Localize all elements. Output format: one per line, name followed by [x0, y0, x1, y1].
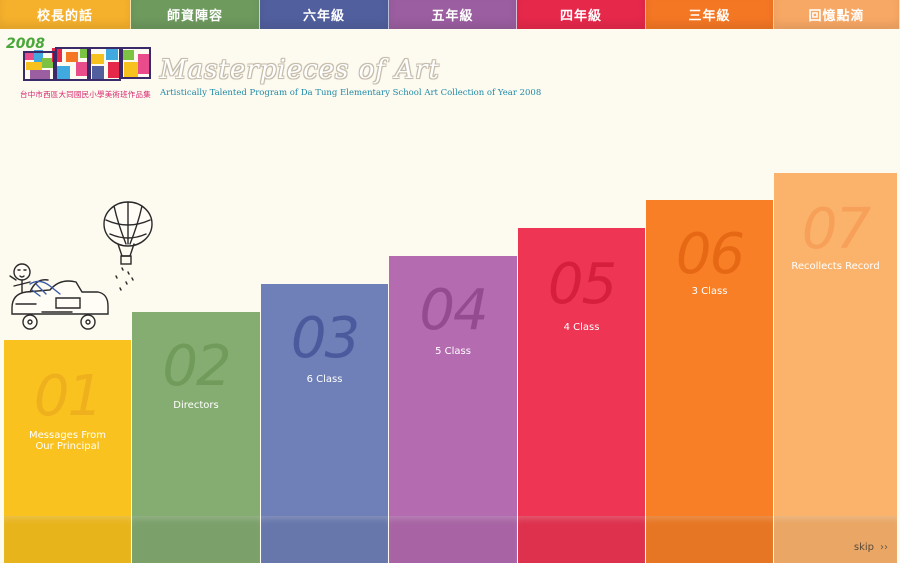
logo-caption: 台中市西區大同國民小學美術班作品集 — [20, 90, 151, 99]
double-chevron-right-icon: ›› — [880, 542, 888, 553]
nav-tab-3[interactable]: 六年級 — [260, 0, 389, 29]
column-label: 5 Class — [435, 346, 471, 357]
section-column-05[interactable]: 05 4 Class — [518, 228, 645, 563]
skip-label: skip — [853, 542, 874, 553]
section-column-01[interactable]: 01 Messages From Our Principal — [4, 340, 131, 563]
nav-tab-2[interactable]: 師資陣容 — [131, 0, 260, 29]
column-number: 04 — [419, 278, 488, 343]
nav-tab-1[interactable]: 校長的話 — [0, 0, 131, 29]
section-column-06[interactable]: 06 3 Class — [646, 200, 773, 563]
column-label: Directors — [173, 400, 219, 411]
page: 校長的話 師資陣容 六年級 五年級 四年級 三年級 回憶點滴 2008 台中市西… — [0, 0, 900, 563]
nav-tab-7[interactable]: 回憶點滴 — [774, 0, 900, 29]
column-base-band — [132, 516, 260, 563]
column-number: 05 — [547, 252, 617, 317]
site-logo[interactable]: 2008 台中市西區大同國民小學美術班作品集 Masterpieces of A… — [0, 30, 560, 110]
column-number: 07 — [801, 197, 871, 262]
column-base-band — [518, 516, 645, 563]
site-subtitle: Artistically Talented Program of Da Tung… — [160, 88, 542, 98]
column-label: 6 Class — [306, 374, 343, 385]
section-column-07[interactable]: 07 Recollects Record — [774, 173, 897, 563]
column-base-band — [4, 516, 131, 563]
section-column-03[interactable]: 03 6 Class — [261, 284, 388, 563]
top-navigation: 校長的話 師資陣容 六年級 五年級 四年級 三年級 回憶點滴 — [0, 0, 900, 29]
logo-artwork — [23, 47, 151, 81]
column-number: 03 — [290, 306, 360, 371]
skip-button[interactable]: skip ›› — [854, 542, 888, 553]
nav-tab-6[interactable]: 三年級 — [646, 0, 774, 29]
section-column-04[interactable]: 04 5 Class — [389, 256, 517, 563]
section-column-02[interactable]: 02 Directors — [132, 312, 260, 563]
column-base-band — [774, 516, 897, 563]
column-label: 4 Class — [563, 322, 600, 333]
site-title: Masterpieces of Art — [160, 55, 440, 85]
nav-tab-5[interactable]: 四年級 — [517, 0, 646, 29]
column-label: Recollects Record — [791, 261, 880, 272]
column-number: 06 — [675, 222, 745, 287]
column-number: 02 — [162, 334, 231, 399]
column-label: Messages From Our Principal — [29, 430, 106, 452]
column-label: 3 Class — [691, 286, 728, 297]
nav-tab-4[interactable]: 五年級 — [389, 0, 517, 29]
column-number: 01 — [33, 364, 103, 429]
column-base-band — [646, 516, 773, 563]
column-base-band — [389, 516, 517, 563]
column-base-band — [261, 516, 388, 563]
